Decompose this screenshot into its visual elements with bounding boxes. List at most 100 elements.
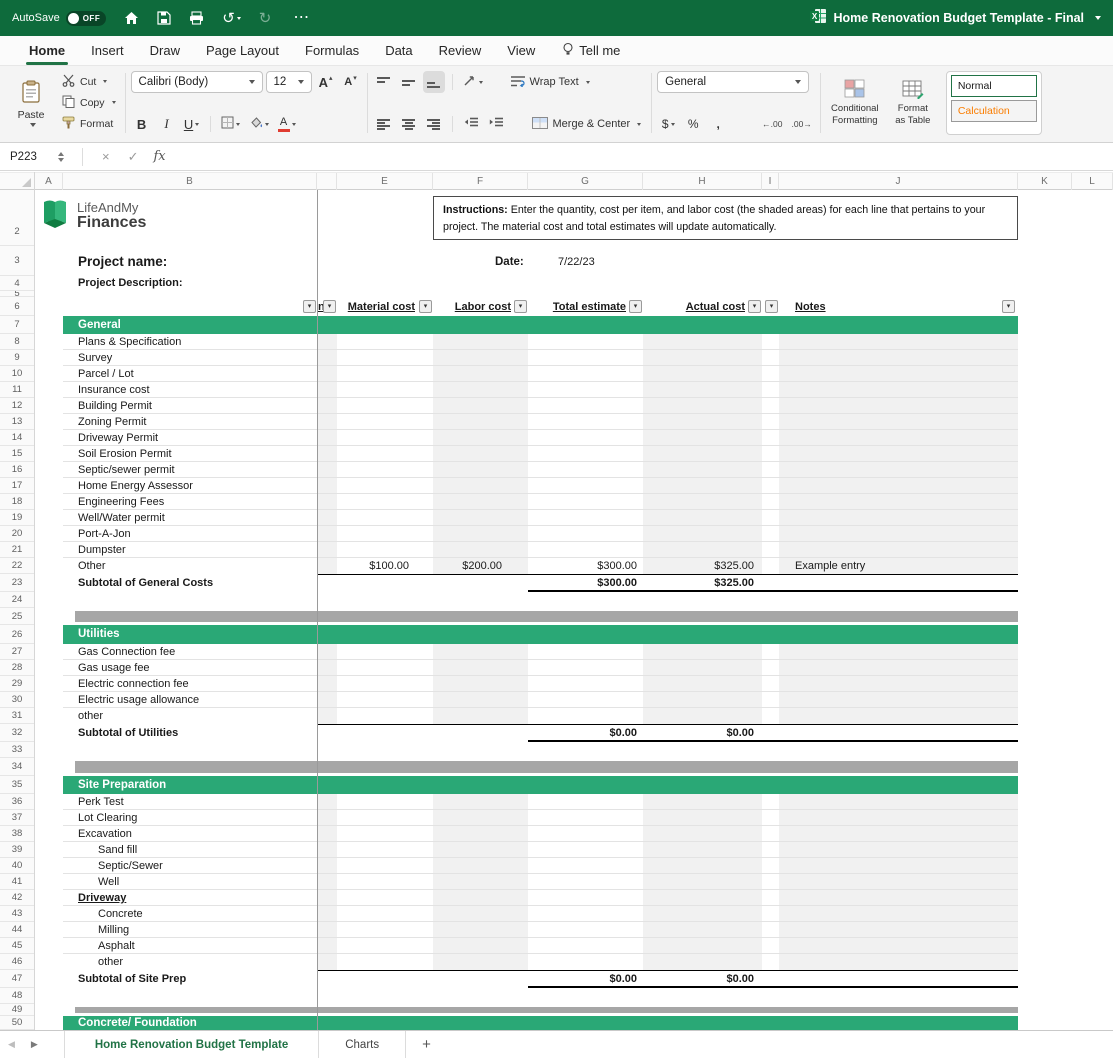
paste-button[interactable]: Paste <box>8 71 54 135</box>
merge-center-icon <box>532 117 548 132</box>
cell-labor[interactable]: $200.00 <box>433 558 528 574</box>
item-label: Septic/Sewer <box>98 858 323 874</box>
column-header-I[interactable]: I <box>762 173 779 190</box>
cell-style-normal[interactable]: Normal <box>951 75 1037 97</box>
filter-button-notes[interactable]: ▾ <box>1002 300 1015 313</box>
currency-chevron-icon <box>671 123 675 126</box>
more-commands-icon[interactable]: ⋯ <box>293 10 309 26</box>
font-color-button[interactable]: A <box>275 113 299 135</box>
autosave-toggle[interactable]: OFF <box>66 11 107 26</box>
select-all-corner[interactable] <box>0 172 35 190</box>
increase-font-size-button[interactable]: A▴ <box>315 71 337 93</box>
column-header-H[interactable]: H <box>643 173 762 190</box>
font-size-select[interactable]: 12 <box>266 71 312 93</box>
increase-decimal-button[interactable]: ←.00 <box>759 113 785 135</box>
conditional-formatting-button[interactable]: Conditional Formatting <box>826 71 884 135</box>
currency-format-button[interactable]: $ <box>657 113 679 135</box>
decrease-indent-button[interactable] <box>460 113 482 135</box>
borders-button[interactable] <box>218 113 243 135</box>
subtotal-total-estimate: $0.00 <box>528 724 643 742</box>
cell-material[interactable]: $100.00 <box>337 558 433 574</box>
undo-icon[interactable]: ↺ <box>222 11 241 26</box>
cell-notes[interactable]: Example entry <box>795 558 865 574</box>
filter-button-i[interactable]: ▾ <box>765 300 778 313</box>
conditional-formatting-label-2: Formatting <box>832 116 877 127</box>
align-left-button[interactable] <box>373 113 395 135</box>
cell-actual[interactable]: $325.00 <box>643 558 762 574</box>
sheet-nav-left-icon[interactable]: ◀ <box>0 1031 23 1058</box>
percent-format-button[interactable]: % <box>682 113 704 135</box>
ribbon-tab-review[interactable]: Review <box>426 36 495 65</box>
ribbon-tab-view[interactable]: View <box>494 36 548 65</box>
fill-color-button[interactable] <box>246 113 272 135</box>
number-format-select[interactable]: General <box>657 71 809 93</box>
name-box-stepper[interactable] <box>58 152 64 162</box>
filter-button-actual[interactable]: ▾ <box>748 300 761 313</box>
home-icon[interactable] <box>124 11 139 25</box>
align-middle-button[interactable] <box>398 71 420 93</box>
column-header-A[interactable]: A <box>35 173 63 190</box>
italic-button[interactable]: I <box>156 113 178 135</box>
underline-icon: U <box>184 117 193 132</box>
cut-button[interactable]: Cut <box>58 73 120 91</box>
filter-button-labor[interactable]: ▾ <box>514 300 527 313</box>
align-bottom-button[interactable] <box>423 71 445 93</box>
item-label: Excavation <box>78 826 303 842</box>
item-label: Gas Connection fee <box>78 644 303 660</box>
comma-format-button[interactable]: , <box>707 113 729 135</box>
date-value[interactable]: 7/22/23 <box>558 246 595 276</box>
cancel-icon[interactable]: × <box>102 149 110 164</box>
merge-center-button[interactable]: Merge & Center <box>527 113 647 135</box>
format-painter-button[interactable]: Format <box>58 115 120 133</box>
underline-button[interactable]: U <box>181 113 203 135</box>
sheet-tab-charts[interactable]: Charts <box>319 1031 406 1058</box>
cell-total[interactable]: $300.00 <box>528 558 643 574</box>
format-as-table-button[interactable]: Format as Table <box>884 71 942 135</box>
column-header-L[interactable]: L <box>1072 173 1113 190</box>
column-header-hidden[interactable] <box>317 173 337 190</box>
insert-function-icon[interactable]: fx <box>154 149 166 164</box>
name-box[interactable]: P223 <box>0 151 58 163</box>
filter-button-item[interactable]: ▾ <box>303 300 316 313</box>
ribbon-tab-formulas[interactable]: Formulas <box>292 36 372 65</box>
ribbon-tab-draw[interactable]: Draw <box>137 36 193 65</box>
align-center-button[interactable] <box>398 113 420 135</box>
save-icon[interactable] <box>157 11 171 25</box>
wrap-text-button[interactable]: Wrap Text <box>506 71 595 93</box>
sheet-tab-home-renovation-budget-template[interactable]: Home Renovation Budget Template <box>64 1031 319 1058</box>
print-icon[interactable] <box>189 11 204 25</box>
column-header-G[interactable]: G <box>528 173 643 190</box>
ribbon-tab-data[interactable]: Data <box>372 36 425 65</box>
ribbon-tab-insert[interactable]: Insert <box>78 36 137 65</box>
title-chevron-icon[interactable] <box>1095 16 1101 20</box>
decrease-font-size-button[interactable]: A▾ <box>340 71 362 93</box>
confirm-icon[interactable]: ✓ <box>128 149 139 165</box>
column-header-F[interactable]: F <box>433 173 528 190</box>
filter-button-total[interactable]: ▾ <box>629 300 642 313</box>
column-header-E[interactable]: E <box>337 173 433 190</box>
pane-divider <box>317 190 318 1030</box>
bold-button[interactable]: B <box>131 113 153 135</box>
ribbon-tab-home[interactable]: Home <box>16 36 78 65</box>
orientation-button[interactable] <box>460 71 486 93</box>
filter-button-quantity[interactable]: ▾ <box>323 300 336 313</box>
column-header-B[interactable]: B <box>63 173 317 190</box>
filter-button-material[interactable]: ▾ <box>419 300 432 313</box>
align-top-button[interactable] <box>373 71 395 93</box>
document-title[interactable]: Home Renovation Budget Template - Final <box>834 11 1084 25</box>
shaded-input-region <box>643 334 762 574</box>
redo-icon[interactable]: ↻ <box>259 11 272 26</box>
font-name-select[interactable]: Calibri (Body) <box>131 71 263 93</box>
column-header-J[interactable]: J <box>779 173 1018 190</box>
cell-style-calculation[interactable]: Calculation <box>951 100 1037 122</box>
fill-color-chevron-icon <box>265 123 269 126</box>
ribbon-tab-page-layout[interactable]: Page Layout <box>193 36 292 65</box>
column-header-K[interactable]: K <box>1018 173 1072 190</box>
tell-me-button[interactable]: Tell me <box>562 42 620 59</box>
sheet-nav-right-icon[interactable]: ▶ <box>23 1031 46 1058</box>
copy-button[interactable]: Copy <box>58 94 120 112</box>
add-sheet-button[interactable]: + <box>406 1031 447 1058</box>
increase-indent-button[interactable] <box>485 113 507 135</box>
align-right-button[interactable] <box>423 113 445 135</box>
decrease-decimal-button[interactable]: .00→ <box>789 113 815 135</box>
